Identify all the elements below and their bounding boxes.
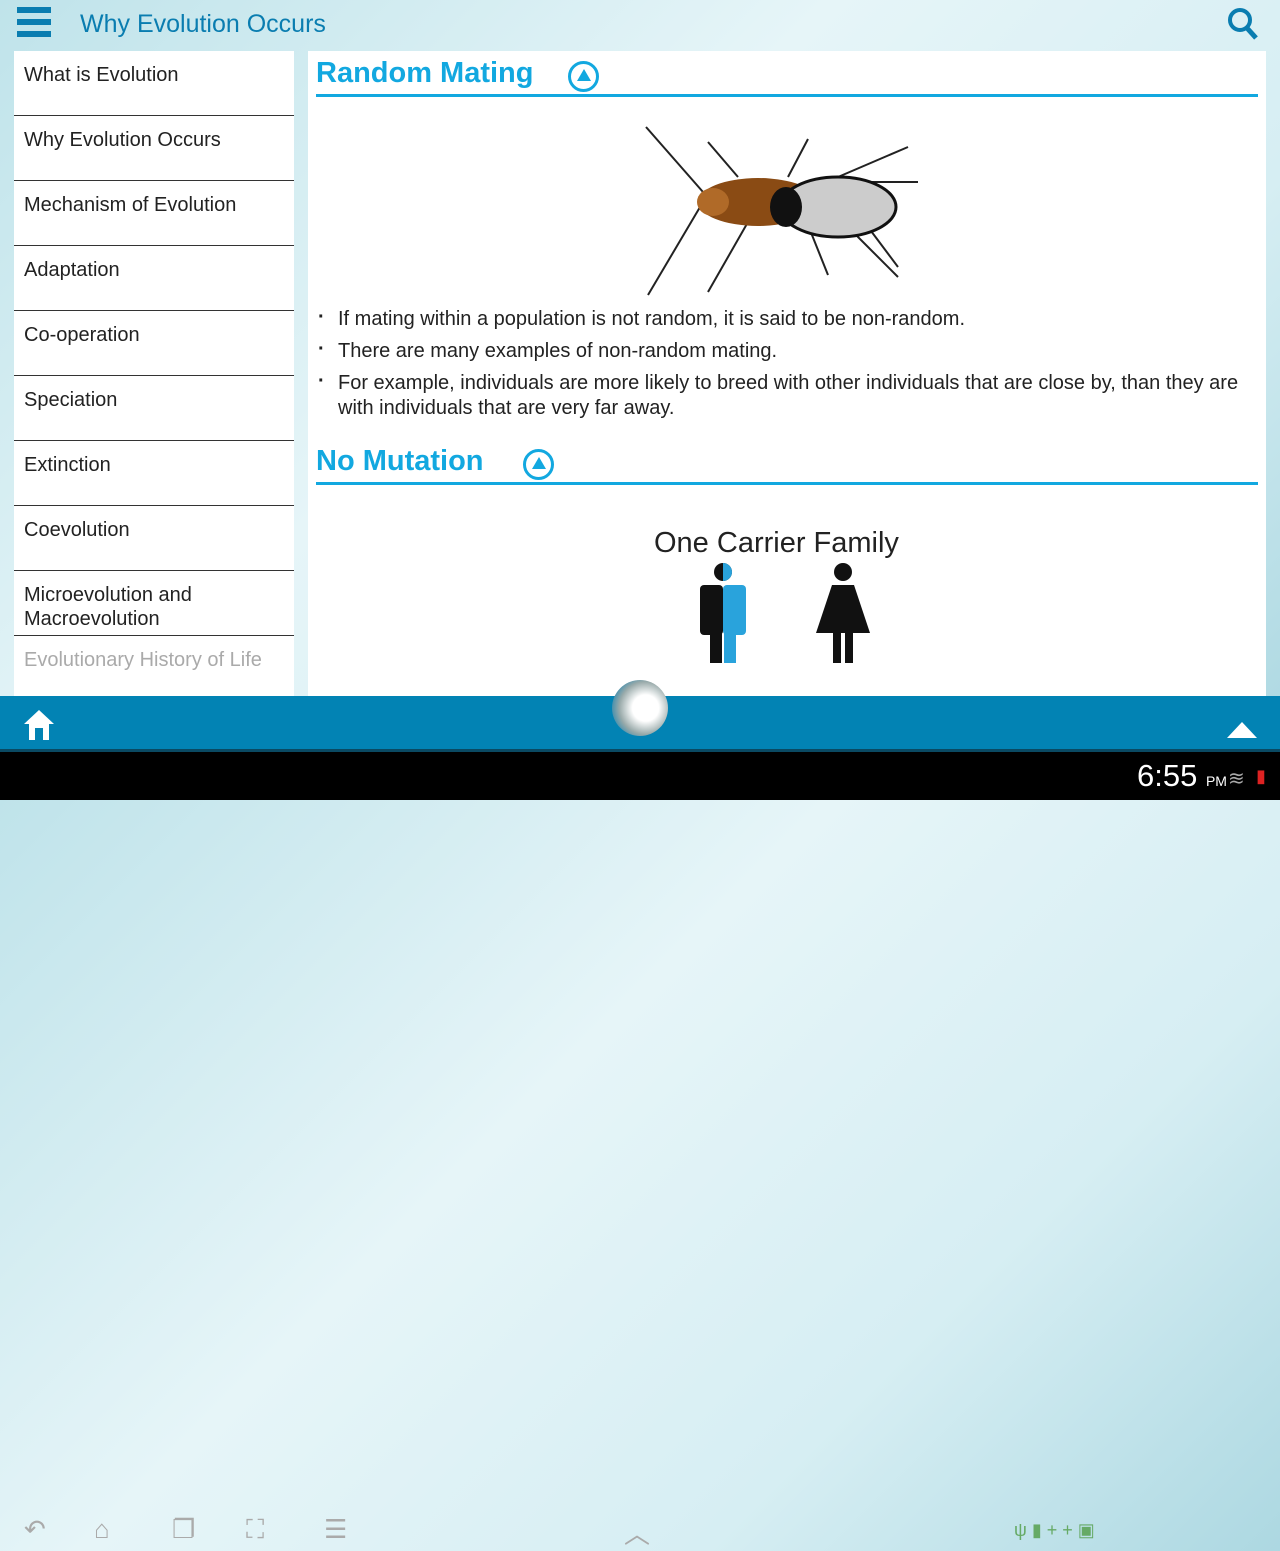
sidebar: What is Evolution Why Evolution Occurs M… <box>14 51 294 696</box>
sidebar-item[interactable]: Why Evolution Occurs <box>14 116 294 181</box>
hamburger-icon[interactable] <box>17 7 51 41</box>
collapse-toggle-icon[interactable] <box>568 61 599 92</box>
sidebar-item[interactable]: Speciation <box>14 376 294 441</box>
clock-time: 6:55 <box>1137 758 1198 793</box>
back-icon[interactable]: ↶ <box>24 1514 46 1545</box>
bullet-item: There are many examples of non-random ma… <box>318 337 1266 364</box>
sidebar-item[interactable]: What is Evolution <box>14 51 294 116</box>
menu-icon[interactable]: ☰ <box>324 1514 347 1545</box>
sidebar-item[interactable]: Co-operation <box>14 311 294 376</box>
wifi-icon: ≋ <box>1228 768 1245 790</box>
sidebar-item[interactable]: Mechanism of Evolution <box>14 181 294 246</box>
home-icon[interactable] <box>22 708 56 742</box>
clock: 6:55 PM <box>1137 758 1227 794</box>
screenshot-icon[interactable]: ⛶ <box>246 1514 264 1546</box>
battery-icon: ▮ <box>1256 766 1266 786</box>
notification-icons: ψ ▮ + + ▣ <box>1014 1520 1095 1540</box>
page-title: Why Evolution Occurs <box>80 10 326 38</box>
sidebar-item[interactable]: Microevolution and Macroevolution <box>14 571 294 636</box>
system-navbar: ↶ ⌂ ❐ ⛶ ☰ ︿ ψ ▮ + + ▣ <box>0 752 1280 1549</box>
bullet-item: If mating within a population is not ran… <box>318 305 1266 332</box>
clock-ampm: PM <box>1205 773 1227 789</box>
cockroach-illustration <box>645 126 918 296</box>
content-pane: Random Mating If mating within a populat… <box>308 51 1266 696</box>
carrier-father-icon <box>700 563 746 663</box>
figure-title: One Carrier Family <box>654 527 899 559</box>
bullet-list: If mating within a population is not ran… <box>318 305 1266 421</box>
bullet-item: For example, individuals are more likely… <box>318 369 1266 421</box>
scroll-up-icon[interactable] <box>1225 720 1259 740</box>
sidebar-item[interactable]: Evolutionary History of Life <box>14 636 294 696</box>
collapse-toggle-icon[interactable] <box>523 449 554 480</box>
section-title: No Mutation <box>316 445 484 477</box>
mother-icon <box>816 563 870 663</box>
sidebar-item[interactable]: Extinction <box>14 441 294 506</box>
section-title: Random Mating <box>316 57 534 89</box>
search-icon[interactable] <box>1226 6 1260 42</box>
sidebar-item[interactable]: Adaptation <box>14 246 294 311</box>
sidebar-item[interactable]: Coevolution <box>14 506 294 571</box>
home-nav-icon[interactable]: ⌂ <box>94 1514 110 1545</box>
section-header: No Mutation <box>316 439 1258 485</box>
section-header: Random Mating <box>316 51 1258 97</box>
top-bar: Why Evolution Occurs <box>0 0 1280 50</box>
recent-apps-icon[interactable]: ❐ <box>172 1514 195 1545</box>
app-logo[interactable] <box>612 680 668 736</box>
chevron-up-icon[interactable]: ︿ <box>624 1514 650 1551</box>
